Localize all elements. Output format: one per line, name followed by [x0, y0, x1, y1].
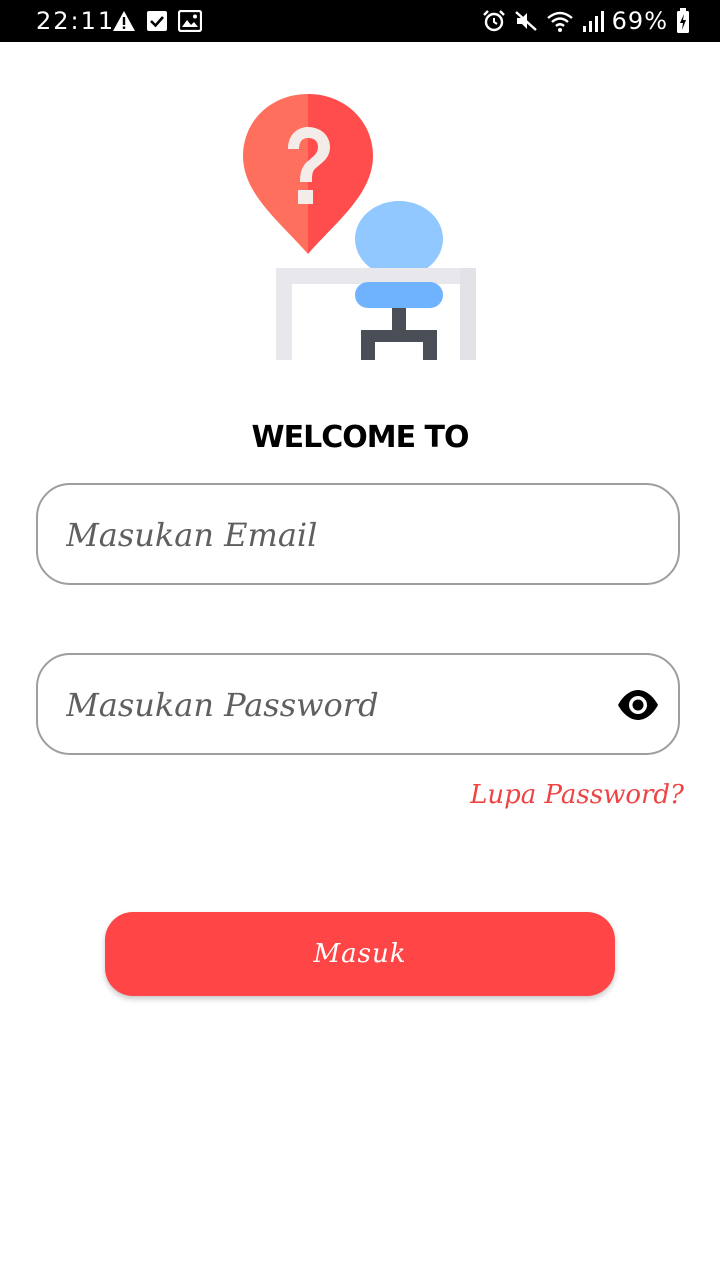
status-time: 22:11: [36, 7, 116, 35]
status-notification-icons: [112, 9, 202, 33]
warning-icon: [113, 11, 135, 31]
email-field[interactable]: [64, 485, 628, 585]
status-bar: 22:11 69%: [0, 0, 720, 42]
question-location-desk-chair-illustration: [243, 94, 476, 360]
forgot-password-link[interactable]: Lupa Password?: [470, 780, 684, 810]
battery-percent: 69%: [611, 7, 668, 35]
password-field-container[interactable]: [36, 653, 680, 755]
alarm-icon: [482, 10, 505, 32]
email-field-container[interactable]: [36, 483, 680, 585]
checkbox-icon: [147, 11, 167, 31]
wifi-icon: [546, 11, 573, 32]
login-screen: 22:11 69% WELCOME TO Masukan Email Lupa …: [0, 0, 720, 1280]
image-icon: [178, 10, 202, 32]
signal-icon: [582, 11, 604, 32]
mute-icon: [514, 11, 537, 31]
eye-icon[interactable]: [616, 688, 660, 722]
login-button[interactable]: Masuk: [105, 912, 615, 996]
password-field[interactable]: [64, 655, 628, 755]
status-system-icons: 69%: [482, 7, 690, 35]
battery-charging-icon: [677, 8, 689, 33]
welcome-title: WELCOME TO: [251, 420, 470, 455]
